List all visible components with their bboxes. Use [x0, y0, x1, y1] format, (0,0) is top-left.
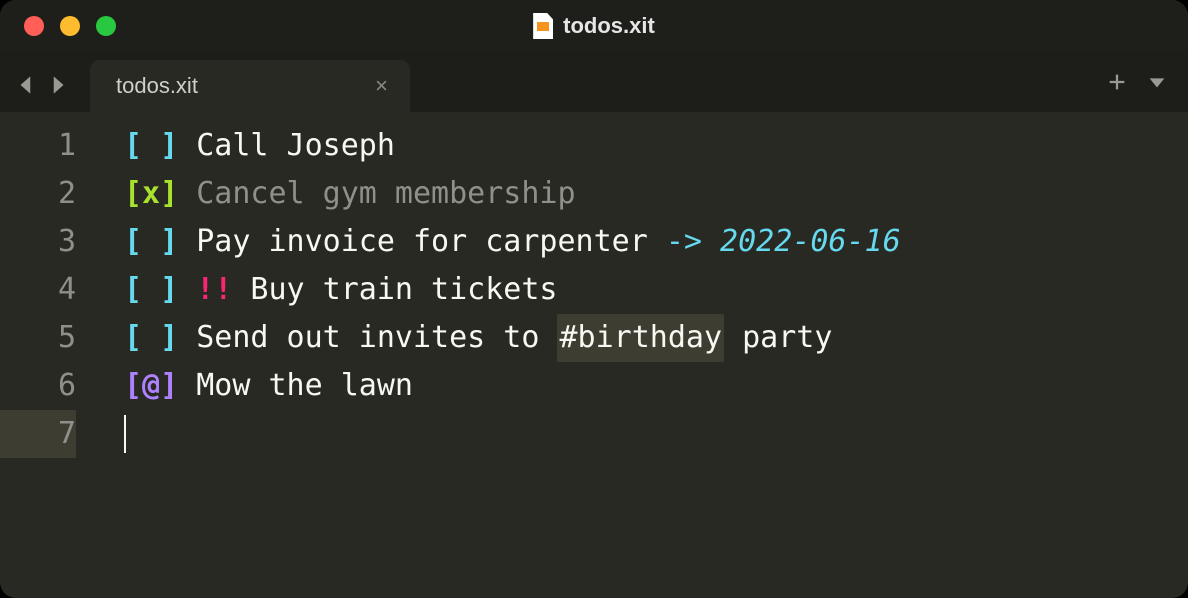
- titlebar: todos.xit: [0, 0, 1188, 52]
- history-nav: [14, 72, 70, 98]
- tab-bar: todos.xit ×: [0, 52, 1188, 112]
- task-text: party: [724, 314, 832, 362]
- tab-active[interactable]: todos.xit ×: [90, 60, 410, 112]
- nav-back-button[interactable]: [14, 72, 40, 98]
- zoom-window-button[interactable]: [96, 16, 116, 36]
- code-line[interactable]: [ ] Call Joseph: [124, 122, 1188, 170]
- task-text: Send out invites to: [196, 314, 557, 362]
- minimize-window-button[interactable]: [60, 16, 80, 36]
- text-cursor: [124, 415, 126, 453]
- line-number-gutter: 1 2 3 4 5 6 7: [0, 112, 104, 598]
- line-number: 2: [0, 170, 76, 218]
- tab-label: todos.xit: [116, 73, 198, 99]
- line-number: 7: [0, 410, 76, 458]
- nav-forward-button[interactable]: [44, 72, 70, 98]
- hashtag: #birthday: [557, 314, 724, 362]
- checkbox-ongoing: [@]: [124, 362, 178, 410]
- code-line[interactable]: [124, 410, 1188, 458]
- task-text: Buy train tickets: [232, 266, 557, 314]
- task-text: Cancel gym membership: [196, 170, 575, 218]
- checkbox-open: [ ]: [124, 218, 178, 266]
- tab-overflow-button[interactable]: [1146, 71, 1168, 93]
- checkbox-open: [ ]: [124, 122, 178, 170]
- new-tab-button[interactable]: [1106, 71, 1128, 93]
- code-line[interactable]: [ ] Pay invoice for carpenter -> 2022-06…: [124, 218, 1188, 266]
- task-text: Mow the lawn: [196, 362, 413, 410]
- checkbox-open: [ ]: [124, 266, 178, 314]
- code-line[interactable]: [ ] Send out invites to #birthday party: [124, 314, 1188, 362]
- line-number: 1: [0, 122, 76, 170]
- window-title-text: todos.xit: [563, 13, 655, 39]
- tab-close-button[interactable]: ×: [375, 75, 388, 97]
- checkbox-open: [ ]: [124, 314, 178, 362]
- due-date: 2022-06-16: [720, 218, 901, 266]
- code-line[interactable]: [@] Mow the lawn: [124, 362, 1188, 410]
- due-arrow: ->: [666, 218, 720, 266]
- checkbox-done: [x]: [124, 170, 178, 218]
- editor-window: todos.xit todos.xit × 1 2: [0, 0, 1188, 598]
- traffic-lights: [0, 16, 116, 36]
- line-number: 4: [0, 266, 76, 314]
- window-title: todos.xit: [0, 13, 1188, 39]
- line-number: 5: [0, 314, 76, 362]
- line-number: 3: [0, 218, 76, 266]
- code-line[interactable]: [x] Cancel gym membership: [124, 170, 1188, 218]
- close-window-button[interactable]: [24, 16, 44, 36]
- editor-area[interactable]: 1 2 3 4 5 6 7 [ ] Call Joseph [x] Cancel…: [0, 112, 1188, 598]
- task-text: Call Joseph: [196, 122, 395, 170]
- line-number: 6: [0, 362, 76, 410]
- priority-marker: !!: [196, 266, 232, 314]
- code-content[interactable]: [ ] Call Joseph [x] Cancel gym membershi…: [104, 112, 1188, 598]
- file-icon: [533, 13, 553, 39]
- code-line[interactable]: [ ] !! Buy train tickets: [124, 266, 1188, 314]
- task-text: Pay invoice for carpenter: [196, 218, 666, 266]
